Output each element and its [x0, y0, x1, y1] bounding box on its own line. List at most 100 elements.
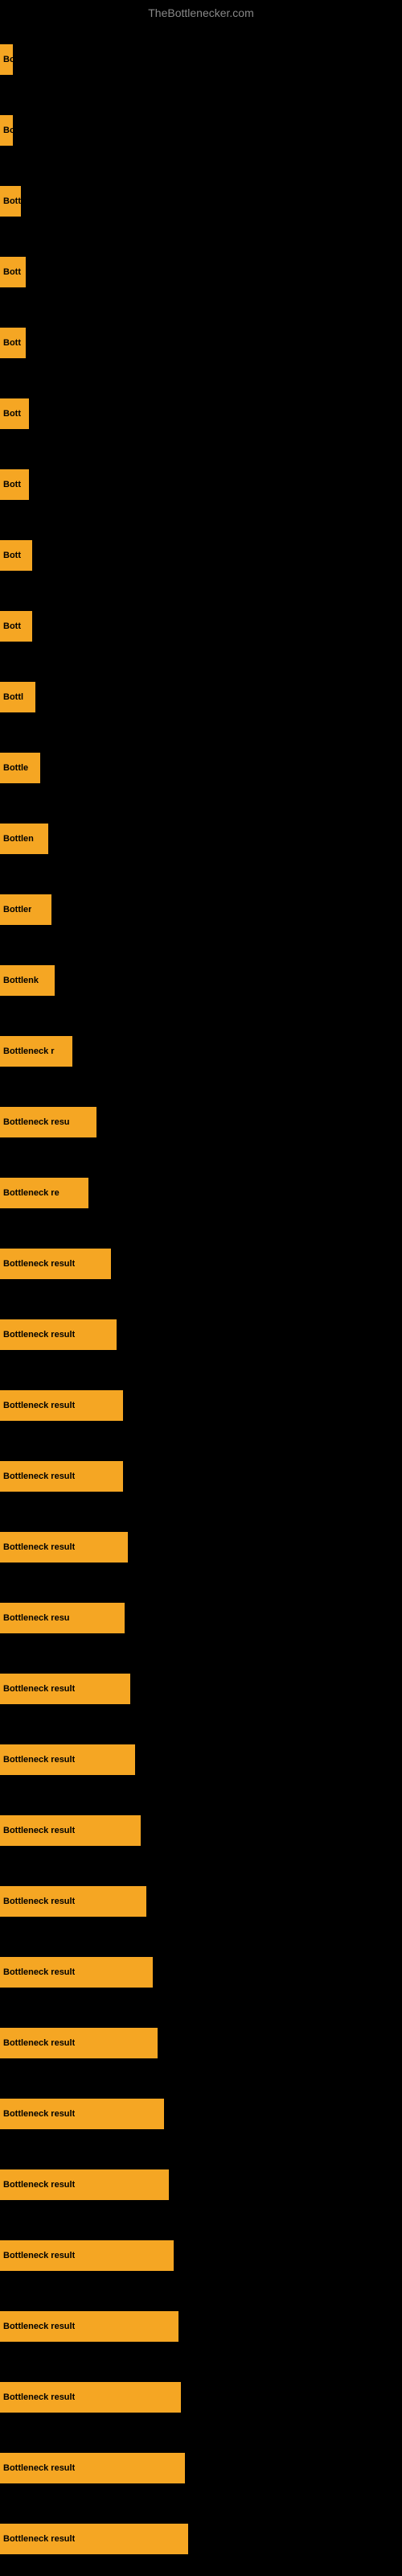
bar: Bottler: [0, 894, 51, 925]
bar-label: Bottleneck result: [3, 1826, 75, 1835]
bar-label: Bott: [3, 551, 21, 560]
bar-label: Bottleneck result: [3, 2392, 75, 2402]
bar-row: Bottle: [0, 733, 402, 803]
bar-label: Bottleneck result: [3, 1259, 75, 1269]
bar: Bottleneck result: [0, 1744, 135, 1775]
bar-label: Bo: [3, 55, 13, 64]
bar: Bott: [0, 540, 32, 571]
bar-label: Bott: [3, 338, 21, 348]
bar-label: Bott: [3, 196, 21, 206]
bar-label: Bott: [3, 267, 21, 277]
bar-row: Bottleneck resu: [0, 1583, 402, 1653]
bar: Bottleneck r: [0, 1036, 72, 1067]
bar: Bott: [0, 257, 26, 287]
bar-row: Bottleneck result: [0, 2008, 402, 2079]
bar-label: Bottleneck result: [3, 1755, 75, 1765]
bar-row: Bottleneck result: [0, 1653, 402, 1724]
bar: Bottleneck result: [0, 1319, 117, 1350]
bar-row: Bott: [0, 237, 402, 308]
bar-row: Bo: [0, 95, 402, 166]
bar: Bottleneck result: [0, 2099, 164, 2129]
bar-row: Bottleneck result: [0, 1795, 402, 1866]
bar-row: Bottleneck r: [0, 1016, 402, 1087]
bar-row: Bott: [0, 378, 402, 449]
bar-row: Bottleneck result: [0, 1724, 402, 1795]
bar-row: Bottleneck result: [0, 2433, 402, 2504]
bar-label: Bottleneck result: [3, 1401, 75, 1410]
bar-row: Bottleneck resu: [0, 1087, 402, 1158]
bar: Bottleneck result: [0, 1815, 141, 1846]
bar: Bottleneck result: [0, 2453, 185, 2483]
bar: Bott: [0, 469, 29, 500]
bar-label: Bottleneck resu: [3, 1117, 70, 1127]
bars-container: Bo Bo Bott Bott Bott Bott Bott Bott Bott Bottl Bot…: [0, 24, 402, 2574]
bar: Bottleneck resu: [0, 1107, 96, 1137]
bar: Bottleneck result: [0, 2311, 178, 2342]
bar-label: Bottleneck r: [3, 1046, 55, 1056]
bar-row: Bott: [0, 520, 402, 591]
bar-row: Bottleneck result: [0, 2291, 402, 2362]
bar: Bottleneck result: [0, 2028, 158, 2058]
site-title: TheBottlenecker.com: [0, 0, 402, 26]
bar-row: Bottleneck result: [0, 2149, 402, 2220]
bar: Bottlen: [0, 824, 48, 854]
bar: Bottleneck result: [0, 1390, 123, 1421]
bar: Bottleneck resu: [0, 1603, 125, 1633]
bar-label: Bottleneck result: [3, 2463, 75, 2473]
bar-row: Bottleneck result: [0, 1228, 402, 1299]
bar-row: Bottleneck result: [0, 2504, 402, 2574]
bar-row: Bott: [0, 308, 402, 378]
bar: Bottleneck result: [0, 1532, 128, 1563]
bar: Bott: [0, 398, 29, 429]
bar-label: Bottleneck resu: [3, 1613, 70, 1623]
bar-label: Bottleneck result: [3, 1330, 75, 1340]
bar-label: Bottleneck result: [3, 2038, 75, 2048]
bar: Bott: [0, 611, 32, 642]
bar: Bott: [0, 328, 26, 358]
bar: Bo: [0, 115, 13, 146]
bar-label: Bottleneck result: [3, 2251, 75, 2260]
bar: Bottleneck result: [0, 1957, 153, 1988]
bar-label: Bottlenk: [3, 976, 39, 985]
bar-label: Bottleneck result: [3, 2109, 75, 2119]
bar-label: Bo: [3, 126, 13, 135]
bar-row: Bottleneck re: [0, 1158, 402, 1228]
bar-row: Bottl: [0, 662, 402, 733]
bar: Bottle: [0, 753, 40, 783]
bar: Bottleneck result: [0, 2524, 188, 2554]
bar-label: Bottler: [3, 905, 31, 914]
bar-row: Bottleneck result: [0, 2220, 402, 2291]
bar-label: Bottlen: [3, 834, 34, 844]
bar-row: Bottleneck result: [0, 1370, 402, 1441]
bar-row: Bottleneck result: [0, 1937, 402, 2008]
bar: Bottl: [0, 682, 35, 712]
bar-label: Bott: [3, 621, 21, 631]
bar-label: Bottl: [3, 692, 23, 702]
bar-label: Bottleneck result: [3, 1542, 75, 1552]
bar-label: Bottleneck result: [3, 1897, 75, 1906]
bar: Bottleneck result: [0, 2240, 174, 2271]
bar: Bottleneck result: [0, 2382, 181, 2413]
bar-row: Bo: [0, 24, 402, 95]
bar-row: Bottlen: [0, 803, 402, 874]
bar: Bottleneck re: [0, 1178, 88, 1208]
bar-row: Bottler: [0, 874, 402, 945]
bar: Bottleneck result: [0, 2169, 169, 2200]
bar-label: Bottleneck re: [3, 1188, 59, 1198]
bar: Bott: [0, 186, 21, 217]
bar-label: Bottleneck result: [3, 2322, 75, 2331]
bar-label: Bott: [3, 409, 21, 419]
bar-label: Bottle: [3, 763, 28, 773]
bar-label: Bottleneck result: [3, 1967, 75, 1977]
bar-row: Bottleneck result: [0, 1512, 402, 1583]
bar: Bottleneck result: [0, 1674, 130, 1704]
bar: Bottleneck result: [0, 1249, 111, 1279]
bar-row: Bottleneck result: [0, 2079, 402, 2149]
bar-row: Bottleneck result: [0, 1299, 402, 1370]
bar-row: Bottleneck result: [0, 1441, 402, 1512]
bar: Bottleneck result: [0, 1461, 123, 1492]
bar-row: Bottleneck result: [0, 1866, 402, 1937]
bar: Bo: [0, 44, 13, 75]
bar-row: Bottleneck result: [0, 2362, 402, 2433]
bar-label: Bott: [3, 480, 21, 489]
